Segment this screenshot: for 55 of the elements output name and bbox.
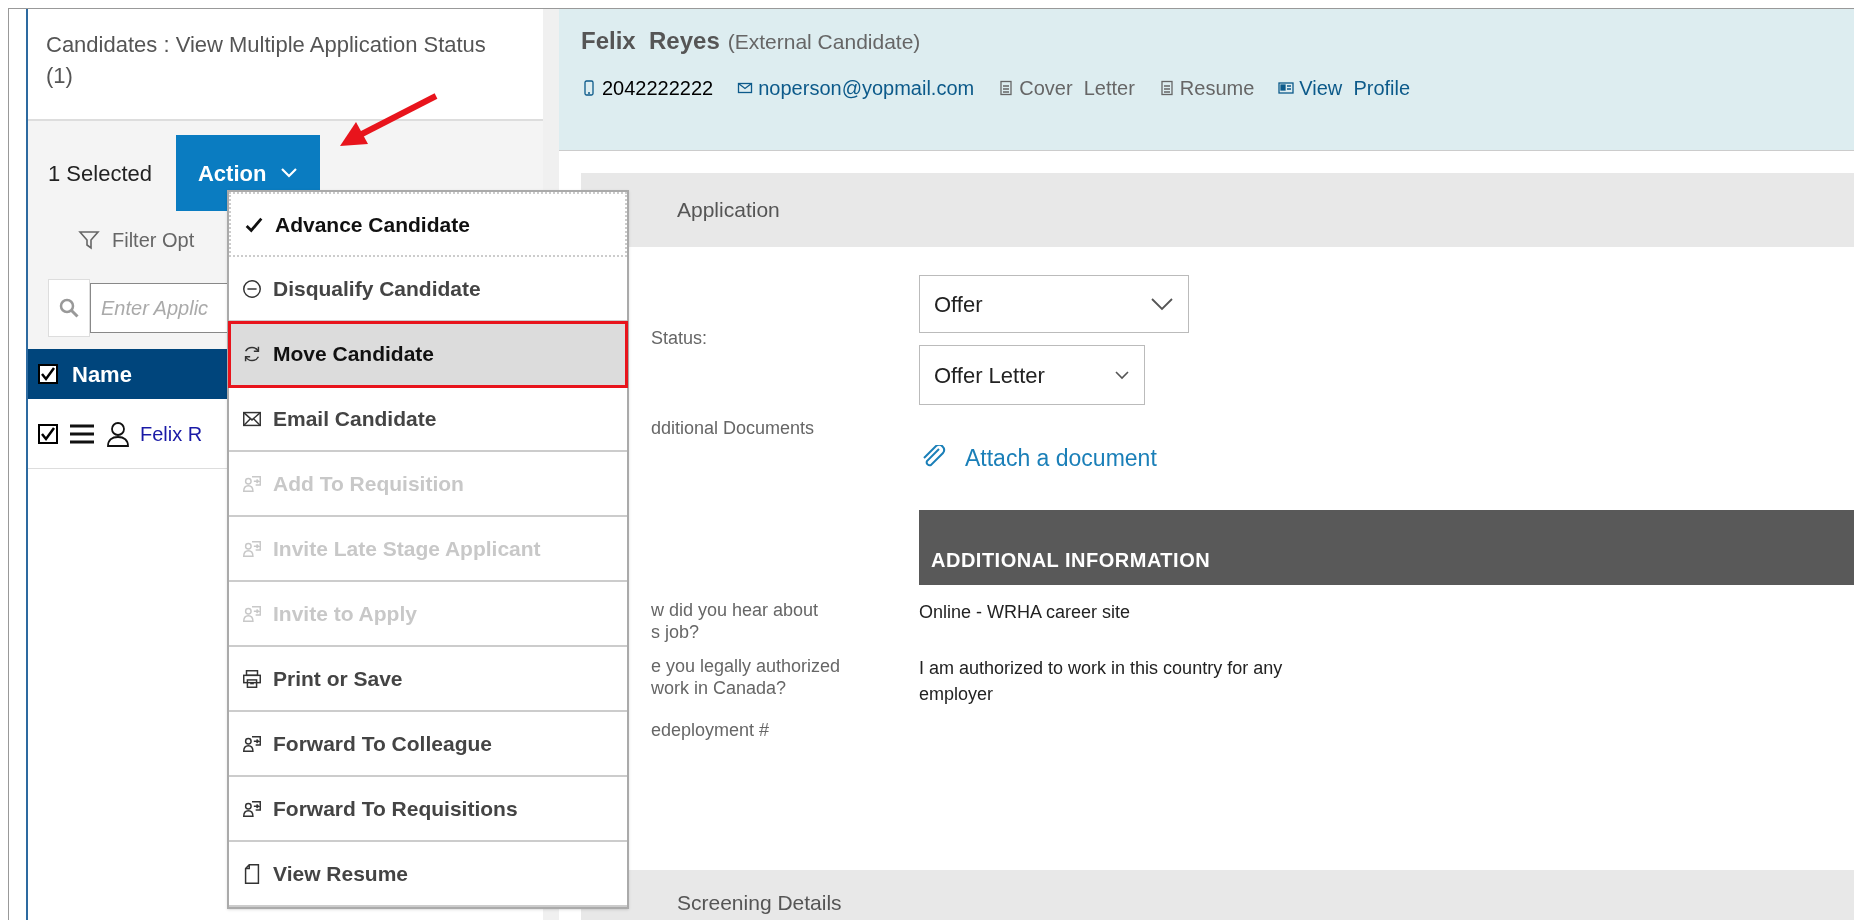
- document-icon: [1158, 80, 1175, 96]
- question-label: w did you hear about: [651, 599, 820, 621]
- check-icon: [40, 366, 56, 382]
- selected-count: 1 Selected: [48, 159, 152, 188]
- menu-item[interactable]: Advance Candidate: [229, 192, 627, 257]
- dropdown-value: Offer Letter: [934, 361, 1045, 390]
- search-icon: [58, 297, 80, 319]
- contact-link[interactable]: noperson@yopmail.com: [758, 73, 975, 103]
- chevron-down-icon: [1114, 370, 1130, 380]
- candidate-name-link[interactable]: Felix R: [140, 418, 203, 449]
- sub-status-dropdown[interactable]: Offer Letter: [919, 345, 1145, 405]
- question-label: edeployment #: [651, 719, 771, 741]
- question-label: work in Canada?: [651, 677, 788, 699]
- check-icon: [40, 425, 56, 442]
- answer-text: I am authorized to work in this country for any employer: [919, 657, 1284, 706]
- panel-title: Candidates : View Multiple Application Status (1): [46, 31, 486, 90]
- section-title: Screening Details: [677, 889, 842, 916]
- menu-item[interactable]: Disqualify Candidate: [229, 257, 627, 322]
- question-label: s job?: [651, 621, 701, 643]
- attach-document-link[interactable]: Attach a document: [965, 441, 1157, 476]
- chevron-down-icon: [1150, 297, 1174, 311]
- filter-options-link[interactable]: Filter Opt: [112, 225, 195, 255]
- filter-icon: [78, 229, 100, 251]
- contact-link[interactable]: View Profile: [1299, 73, 1411, 103]
- search-button[interactable]: [48, 279, 90, 337]
- contact-link[interactable]: Cover Letter: [1019, 73, 1135, 103]
- menu-item[interactable]: View Resume: [229, 842, 627, 907]
- printer-icon: [241, 667, 263, 690]
- column-header[interactable]: Name: [72, 357, 132, 391]
- checkbox[interactable]: [38, 423, 58, 444]
- candidate-name: Felix Reyes: [581, 26, 720, 56]
- phone-icon: [581, 80, 597, 96]
- field-label: dditional Documents: [651, 417, 816, 440]
- dropdown-value: Offer: [934, 290, 983, 319]
- candidate-type: (External Candidate): [727, 29, 921, 55]
- menu-item[interactable]: Forward To Requisitions: [229, 777, 627, 842]
- checkbox[interactable]: [38, 364, 58, 384]
- section-title: Application: [677, 197, 780, 224]
- mail-icon: [737, 80, 754, 96]
- menu-item[interactable]: Print or Save: [229, 647, 627, 712]
- person-icon: [106, 420, 130, 447]
- question-label: e you legally authorized: [651, 655, 842, 677]
- minus-circle-icon: [241, 277, 263, 300]
- contact-link[interactable]: Resume: [1179, 73, 1255, 103]
- answer-text: Online - WRHA career site: [919, 601, 1132, 624]
- menu-item[interactable]: Email Candidate: [229, 387, 627, 452]
- menu-icon[interactable]: [68, 422, 96, 445]
- chevron-down-icon: [280, 167, 299, 179]
- menu-item[interactable]: Forward To Colleague: [229, 712, 627, 777]
- field-label: Status:: [651, 327, 709, 350]
- document-icon: [998, 80, 1015, 96]
- banner-title: ADDITIONAL INFORMATION: [931, 548, 1211, 573]
- id-card-icon: [1278, 80, 1295, 96]
- menu-item[interactable]: Move Candidate: [229, 322, 627, 387]
- status-dropdown[interactable]: Offer: [919, 275, 1189, 333]
